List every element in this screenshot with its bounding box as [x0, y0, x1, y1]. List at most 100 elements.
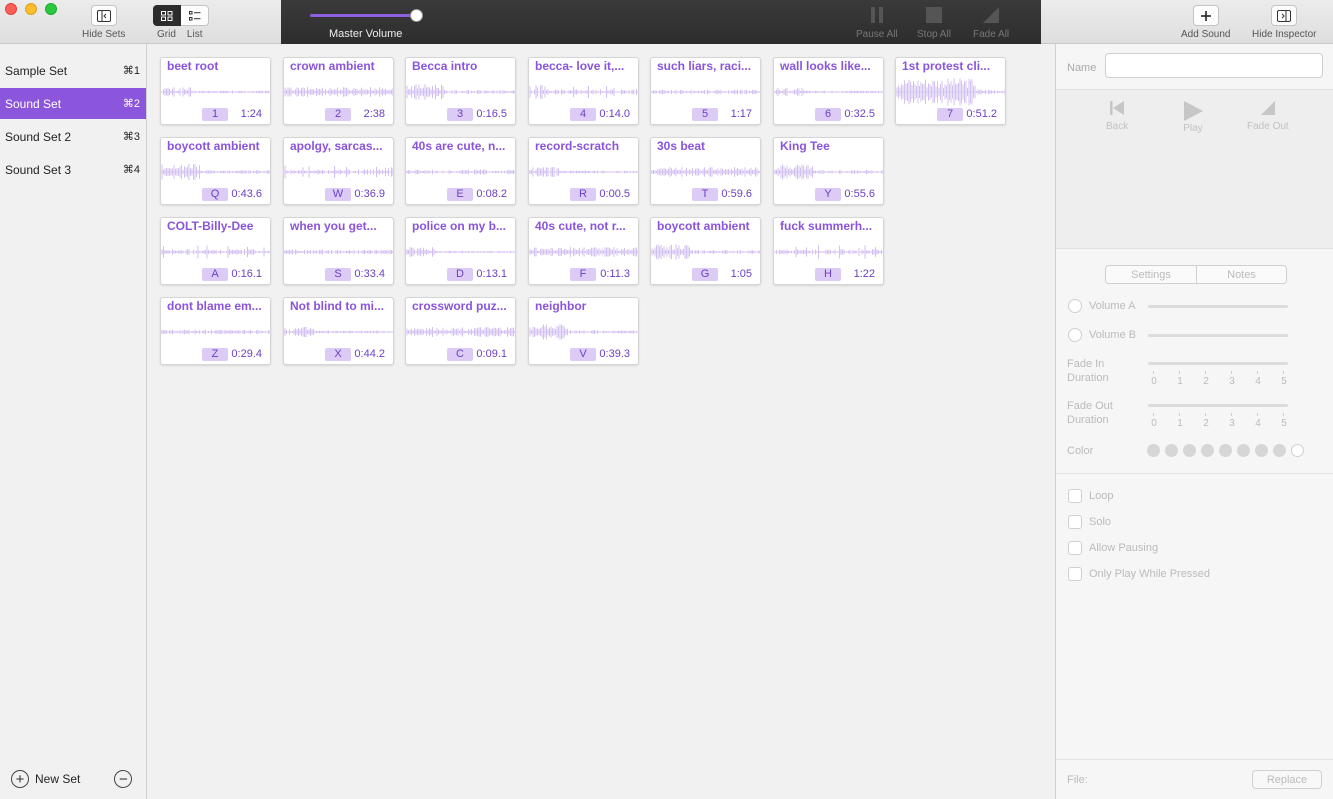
solo-checkbox[interactable]	[1068, 515, 1082, 529]
stop-icon	[925, 7, 942, 23]
sound-tile[interactable]: Not blind to mi... X 0:44.2	[283, 297, 394, 365]
hotkey-badge: F	[570, 268, 596, 281]
solo-label: Solo	[1089, 516, 1112, 528]
stop-all-button[interactable]: Stop All	[917, 6, 951, 40]
add-sound-button[interactable]: Add Sound	[1181, 5, 1231, 40]
fade-all-button[interactable]: Fade All	[973, 6, 1009, 40]
sound-tile[interactable]: wall looks like... 6 0:32.5	[773, 57, 884, 125]
loop-checkbox[interactable]	[1068, 489, 1082, 503]
divider	[1056, 473, 1333, 474]
color-swatch[interactable]	[1237, 444, 1250, 457]
zoom-window-button[interactable]	[45, 3, 57, 15]
sound-tile[interactable]: dont blame em... Z 0:29.4	[160, 297, 271, 365]
waveform-graphic	[161, 329, 270, 335]
sound-tile[interactable]: such liars, raci... 5 1:17	[650, 57, 761, 125]
sound-tile[interactable]: neighbor V 0:39.3	[528, 297, 639, 365]
back-button[interactable]: Back	[1106, 100, 1128, 132]
inspector-tabs: Settings Notes	[1105, 265, 1287, 284]
set-label: Sample Set	[5, 63, 68, 78]
sound-title: wall looks like...	[780, 59, 871, 73]
color-swatch[interactable]	[1201, 444, 1214, 457]
fade-all-label: Fade All	[973, 29, 1010, 40]
hide-inspector-button[interactable]: Hide Inspector	[1252, 5, 1316, 40]
tab-settings[interactable]: Settings	[1105, 265, 1197, 284]
sidebar-item-sound-set-3[interactable]: Sound Set 3 ⌘4	[0, 154, 146, 185]
sound-title: Becca intro	[412, 59, 478, 73]
sound-tile[interactable]: Becca intro 3 0:16.5	[405, 57, 516, 125]
new-set-label: New Set	[35, 772, 81, 786]
sound-tile[interactable]: beet root 1 1:24	[160, 57, 271, 125]
sound-tile[interactable]: 1st protest cli... 7 0:51.2	[895, 57, 1006, 125]
tick-label: 0	[1148, 413, 1160, 429]
color-swatch[interactable]	[1219, 444, 1232, 457]
sidebar-item-sound-set-2[interactable]: Sound Set 2 ⌘3	[0, 121, 146, 152]
hotkey-badge: Q	[202, 188, 228, 201]
pause-all-button[interactable]: Pause All	[856, 6, 898, 40]
hotkey-badge: Y	[815, 188, 841, 201]
hide-sets-button[interactable]: Hide Sets	[82, 5, 125, 40]
list-view-button[interactable]	[181, 5, 209, 26]
grid-view-button[interactable]	[153, 5, 181, 26]
fade-out-button[interactable]: Fade Out	[1247, 100, 1289, 132]
sound-tile[interactable]: when you get... S 0:33.4	[283, 217, 394, 285]
new-set-button[interactable]: + New Set	[11, 770, 80, 788]
waveform-graphic	[284, 87, 393, 97]
color-swatches	[1147, 444, 1304, 457]
hotkey-badge: E	[447, 188, 473, 201]
color-swatch[interactable]	[1273, 444, 1286, 457]
tick-label: 3	[1226, 371, 1238, 387]
fade-out-duration-label: Fade Out Duration	[1067, 400, 1113, 426]
sound-tile[interactable]: 30s beat T 0:59.6	[650, 137, 761, 205]
name-field[interactable]	[1105, 53, 1323, 78]
allow-pausing-checkbox[interactable]	[1068, 541, 1082, 555]
waveform-graphic	[529, 85, 638, 99]
hotkey-badge: H	[815, 268, 841, 281]
sidebar-item-sound-set[interactable]: Sound Set ⌘2	[0, 88, 146, 119]
volume-b-radio[interactable]	[1068, 328, 1082, 342]
sidebar-footer: + New Set −	[0, 759, 146, 799]
close-window-button[interactable]	[5, 3, 17, 15]
minimize-window-button[interactable]	[25, 3, 37, 15]
master-volume-slider[interactable]	[310, 14, 418, 17]
only-play-while-pressed-checkbox[interactable]	[1068, 567, 1082, 581]
sound-tile[interactable]: King Tee Y 0:55.6	[773, 137, 884, 205]
sound-tile[interactable]: police on my b... D 0:13.1	[405, 217, 516, 285]
sound-title: Not blind to mi...	[290, 299, 384, 313]
sound-tile[interactable]: boycott ambient Q 0:43.6	[160, 137, 271, 205]
sound-tile[interactable]: fuck summerh... H 1:22	[773, 217, 884, 285]
sound-tile[interactable]: becca- love it,... 4 0:14.0	[528, 57, 639, 125]
fade-in-duration-slider[interactable]	[1148, 362, 1288, 365]
play-button[interactable]: Play	[1182, 100, 1204, 134]
waveform-graphic	[529, 167, 638, 177]
sound-tile[interactable]: COLT-Billy-Dee A 0:16.1	[160, 217, 271, 285]
sound-tile[interactable]: apolgy, sarcas... W 0:36.9	[283, 137, 394, 205]
sound-tile[interactable]: record-scratch R 0:00.5	[528, 137, 639, 205]
fade-out-label: Fade Out	[1247, 121, 1289, 132]
sidebar-item-sample-set[interactable]: Sample Set ⌘1	[0, 55, 146, 86]
hotkey-badge: 7	[937, 108, 963, 121]
sound-duration: 0:55.6	[844, 188, 875, 200]
sound-tile[interactable]: crown ambient 2 2:38	[283, 57, 394, 125]
volume-a-radio[interactable]	[1068, 299, 1082, 313]
master-volume-knob[interactable]	[410, 9, 423, 22]
color-swatch[interactable]	[1147, 444, 1160, 457]
add-sound-label: Add Sound	[1181, 29, 1231, 40]
color-swatch-none[interactable]	[1291, 444, 1304, 457]
tab-notes[interactable]: Notes	[1197, 265, 1287, 284]
tick-label: 2	[1200, 371, 1212, 387]
color-swatch[interactable]	[1165, 444, 1178, 457]
sound-tile[interactable]: boycott ambient G 1:05	[650, 217, 761, 285]
sound-tile[interactable]: crossword puz... C 0:09.1	[405, 297, 516, 365]
volume-a-slider[interactable]	[1148, 305, 1288, 308]
fade-out-duration-slider[interactable]	[1148, 404, 1288, 407]
color-swatch[interactable]	[1255, 444, 1268, 457]
sound-tile[interactable]: 40s cute, not r... F 0:11.3	[528, 217, 639, 285]
replace-button[interactable]: Replace	[1252, 770, 1322, 789]
volume-b-slider[interactable]	[1148, 334, 1288, 337]
sound-tile[interactable]: 40s are cute, n... E 0:08.2	[405, 137, 516, 205]
stop-all-label: Stop All	[917, 29, 951, 40]
color-swatch[interactable]	[1183, 444, 1196, 457]
remove-set-button[interactable]: −	[114, 770, 133, 788]
sound-title: boycott ambient	[657, 219, 750, 233]
set-shortcut: ⌘4	[122, 164, 140, 176]
